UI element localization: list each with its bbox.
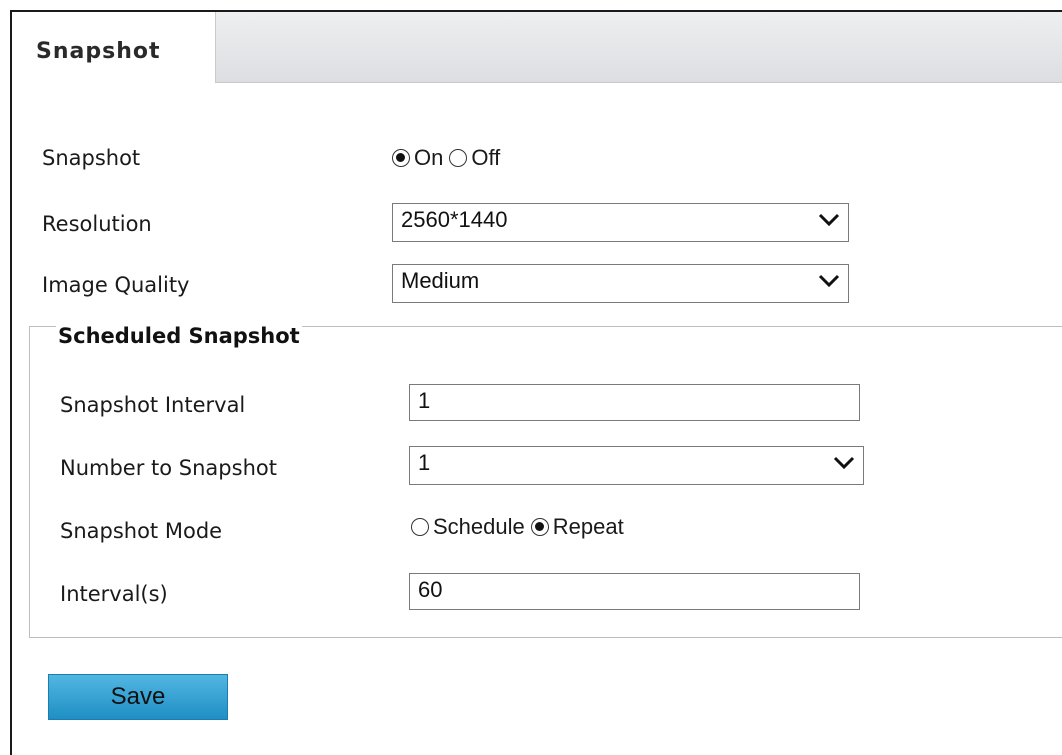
save-button[interactable]: Save — [48, 674, 228, 720]
snapshot-interval-input[interactable]: 1 — [409, 384, 860, 421]
snapshot-label: Snapshot — [42, 146, 141, 170]
resolution-value: 2560*1440 — [401, 207, 508, 232]
repeat-radio[interactable] — [530, 518, 549, 536]
interval-seconds-label: Interval(s) — [60, 582, 168, 606]
snapshot-radio-group: On Off — [392, 145, 506, 171]
tab-snapshot[interactable]: Snapshot — [12, 12, 216, 83]
snapshot-off-radio[interactable] — [449, 149, 468, 167]
chevron-down-icon — [833, 456, 855, 470]
number-to-snapshot-label: Number to Snapshot — [60, 456, 277, 480]
tab-bar: Snapshot — [12, 12, 1062, 83]
image-quality-select[interactable]: Medium — [392, 264, 849, 303]
resolution-select[interactable]: 2560*1440 — [392, 203, 849, 242]
scheduled-snapshot-title: Scheduled Snapshot — [56, 324, 302, 348]
resolution-label: Resolution — [42, 212, 152, 236]
tab-label: Snapshot — [36, 39, 161, 64]
snapshot-mode-label: Snapshot Mode — [60, 519, 223, 543]
number-to-snapshot-select[interactable]: 1 — [409, 446, 864, 485]
schedule-radio[interactable] — [411, 518, 429, 536]
schedule-label[interactable]: Schedule — [433, 514, 525, 540]
number-to-snapshot-value: 1 — [418, 450, 431, 475]
image-quality-value: Medium — [401, 268, 480, 293]
snapshot-off-label[interactable]: Off — [471, 145, 500, 171]
snapshot-interval-value: 1 — [418, 388, 431, 413]
chevron-down-icon — [818, 213, 840, 227]
interval-seconds-value: 60 — [418, 577, 443, 602]
chevron-down-icon — [818, 274, 840, 288]
image-quality-label: Image Quality — [42, 273, 190, 297]
snapshot-on-radio[interactable] — [392, 149, 410, 167]
snapshot-interval-label: Snapshot Interval — [60, 393, 246, 417]
interval-seconds-input[interactable]: 60 — [409, 573, 860, 610]
repeat-label[interactable]: Repeat — [553, 514, 624, 540]
snapshot-mode-radio-group: Schedule Repeat — [411, 514, 630, 540]
snapshot-on-label[interactable]: On — [414, 145, 443, 171]
